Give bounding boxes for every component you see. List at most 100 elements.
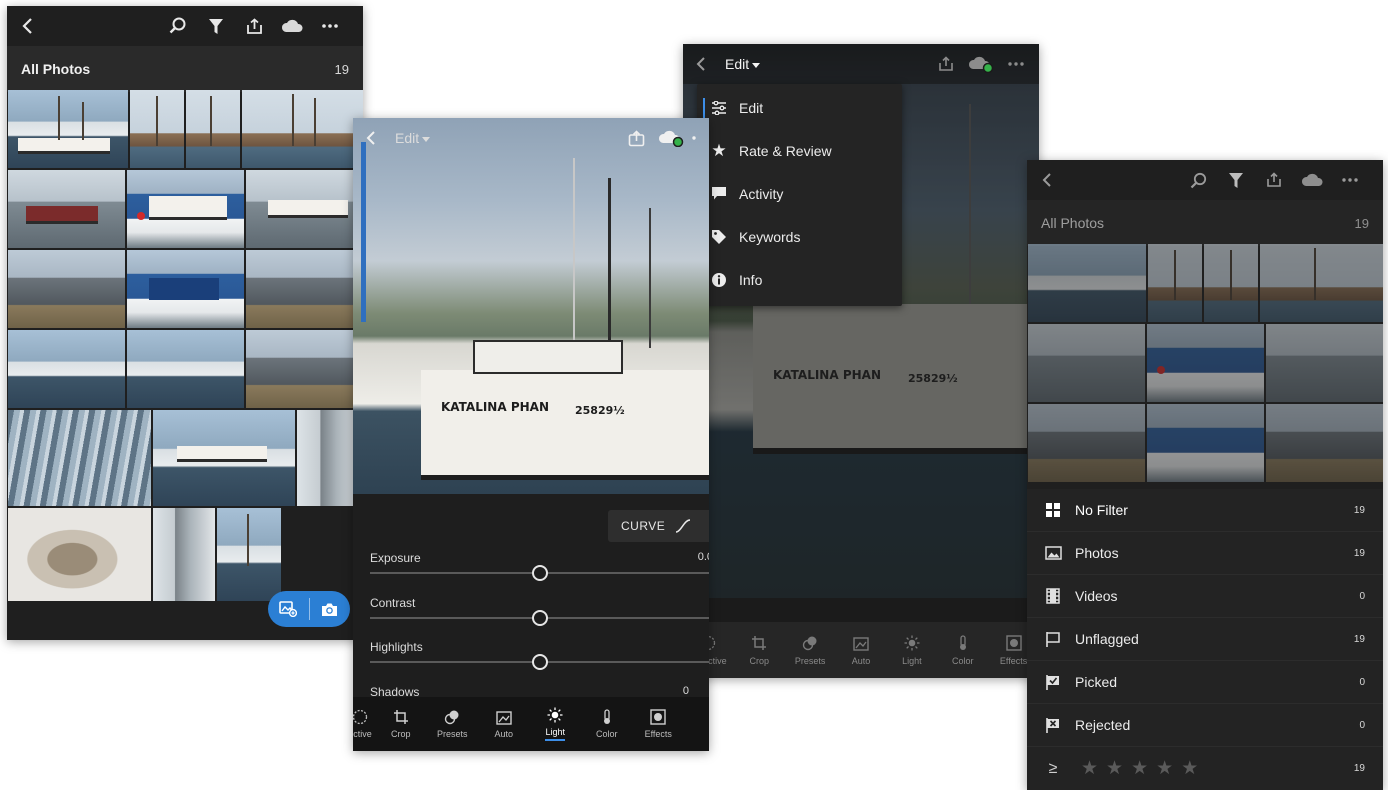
photo-thumbnail[interactable] — [1266, 324, 1383, 402]
contrast-slider-thumb[interactable] — [531, 610, 548, 626]
menu-item-edit[interactable]: Edit — [697, 86, 902, 129]
star-icon[interactable]: ★ — [1081, 759, 1098, 778]
exposure-slider-thumb[interactable] — [531, 565, 548, 581]
tool-auto[interactable]: Auto — [836, 622, 887, 678]
photo-thumbnail[interactable] — [153, 410, 295, 506]
share-icon[interactable] — [621, 129, 651, 147]
photo-thumbnail[interactable] — [1266, 404, 1383, 482]
tool-presets[interactable]: Presets — [785, 622, 836, 678]
tool-color[interactable]: Color — [937, 622, 988, 678]
back-icon[interactable] — [21, 11, 43, 41]
cloud-synced-icon[interactable] — [961, 55, 1001, 73]
photo-thumbnail[interactable] — [1148, 244, 1202, 322]
menu-item-rate-review[interactable]: ★ Rate & Review — [697, 129, 902, 172]
filter-item-rating[interactable]: ≥ ★ ★ ★ ★ ★ 19 — [1027, 747, 1383, 790]
tool-crop[interactable]: Crop — [734, 622, 785, 678]
selective-icon — [353, 709, 368, 725]
menu-item-activity[interactable]: Activity — [697, 172, 902, 215]
tool-label: Color — [595, 729, 618, 739]
menu-item-info[interactable]: Info — [697, 258, 902, 301]
photo-thumbnail[interactable] — [246, 170, 363, 248]
photo-thumbnail[interactable] — [246, 250, 363, 328]
tool-selective[interactable]: ective — [353, 697, 375, 751]
photo-thumbnail[interactable] — [186, 90, 240, 168]
tool-auto[interactable]: Auto — [478, 697, 530, 751]
tool-presets[interactable]: Presets — [427, 697, 479, 751]
filter-menu: No Filter 19 Photos 19 Videos 0 Unflagge… — [1027, 489, 1383, 790]
photo-thumbnail[interactable] — [217, 508, 281, 601]
more-icon[interactable] — [1331, 165, 1369, 195]
star-icon[interactable]: ★ — [1156, 759, 1173, 778]
camera-icon[interactable] — [309, 591, 350, 627]
star-icon[interactable]: ★ — [1131, 759, 1148, 778]
tool-color[interactable]: Color — [581, 697, 633, 751]
search-icon[interactable] — [1179, 165, 1217, 195]
auto-icon — [853, 635, 869, 651]
add-photos-icon[interactable] — [268, 591, 309, 627]
slider-value: 0 — [682, 685, 689, 697]
edit-mode-dropdown[interactable]: Edit — [725, 56, 761, 72]
share-icon[interactable] — [235, 11, 273, 41]
menu-item-label: Rate & Review — [739, 142, 832, 159]
share-icon[interactable] — [931, 56, 961, 72]
photo-thumbnail[interactable] — [1204, 244, 1258, 322]
picked-flag-icon — [1043, 672, 1063, 692]
more-icon[interactable] — [1001, 62, 1031, 66]
filter-item-unflagged[interactable]: Unflagged 19 — [1027, 618, 1383, 661]
tool-label: Auto — [494, 729, 513, 739]
cloud-synced-icon[interactable] — [651, 129, 691, 147]
search-icon[interactable] — [159, 11, 197, 41]
photo-thumbnail[interactable] — [8, 90, 128, 168]
star-icon[interactable]: ★ — [1181, 759, 1198, 778]
tool-effects[interactable]: Effects — [633, 697, 685, 751]
filter-icon[interactable] — [1217, 165, 1255, 195]
filter-item-picked[interactable]: Picked 0 — [1027, 661, 1383, 704]
photo-thumbnail[interactable] — [8, 250, 125, 328]
rating-operator[interactable]: ≥ — [1043, 760, 1063, 778]
highlights-slider-thumb[interactable] — [531, 654, 548, 670]
photo-thumbnail[interactable] — [130, 90, 184, 168]
photo-thumbnail[interactable] — [1028, 404, 1145, 482]
filter-screen: All Photos 19 No Filter 19 Photos 19 Vid… — [1027, 160, 1383, 790]
filter-item-photos[interactable]: Photos 19 — [1027, 532, 1383, 575]
filter-item-no-filter[interactable]: No Filter 19 — [1027, 489, 1383, 532]
photo-thumbnail[interactable] — [246, 330, 363, 408]
photo-thumbnail[interactable] — [1028, 244, 1146, 322]
curve-button[interactable]: CURVE — [608, 510, 709, 542]
edit-mode-dropdown[interactable]: Edit — [395, 130, 431, 146]
photo-thumbnail[interactable] — [242, 90, 363, 168]
tool-light[interactable]: Light — [886, 622, 937, 678]
filter-item-videos[interactable]: Videos 0 — [1027, 575, 1383, 618]
photo-thumbnail[interactable] — [127, 170, 244, 248]
back-icon[interactable] — [361, 130, 381, 146]
photo-thumbnail[interactable] — [8, 170, 125, 248]
photo-thumbnail[interactable] — [1147, 324, 1264, 402]
back-icon[interactable] — [691, 56, 711, 72]
tool-crop[interactable]: Crop — [375, 697, 427, 751]
photo-thumbnail[interactable] — [1260, 244, 1383, 322]
filter-item-rejected[interactable]: Rejected 0 — [1027, 704, 1383, 747]
photo-thumbnail[interactable] — [8, 508, 151, 601]
photo-thumbnail[interactable] — [1147, 404, 1264, 482]
cloud-icon[interactable] — [1293, 165, 1331, 195]
photo-thumbnail[interactable] — [1028, 324, 1145, 402]
hull-number: 25829½ — [575, 404, 625, 417]
share-icon[interactable] — [1255, 165, 1293, 195]
menu-item-keywords[interactable]: Keywords — [697, 215, 902, 258]
cloud-icon[interactable] — [273, 11, 311, 41]
tool-light[interactable]: Light — [530, 697, 582, 751]
more-icon[interactable] — [691, 136, 701, 140]
film-icon — [1043, 586, 1063, 606]
photo-thumbnail[interactable] — [153, 508, 215, 601]
tool-label: Presets — [794, 655, 826, 666]
photo-thumbnail[interactable] — [8, 330, 125, 408]
photo-thumbnail[interactable] — [127, 250, 244, 328]
photo-thumbnail[interactable] — [127, 330, 244, 408]
star-icon[interactable]: ★ — [1106, 759, 1123, 778]
menu-item-label: Edit — [739, 99, 764, 116]
back-icon[interactable] — [1041, 165, 1063, 195]
edit-mode-label: Edit — [395, 130, 420, 146]
filter-icon[interactable] — [197, 11, 235, 41]
photo-thumbnail[interactable] — [8, 410, 151, 506]
more-icon[interactable] — [311, 11, 349, 41]
